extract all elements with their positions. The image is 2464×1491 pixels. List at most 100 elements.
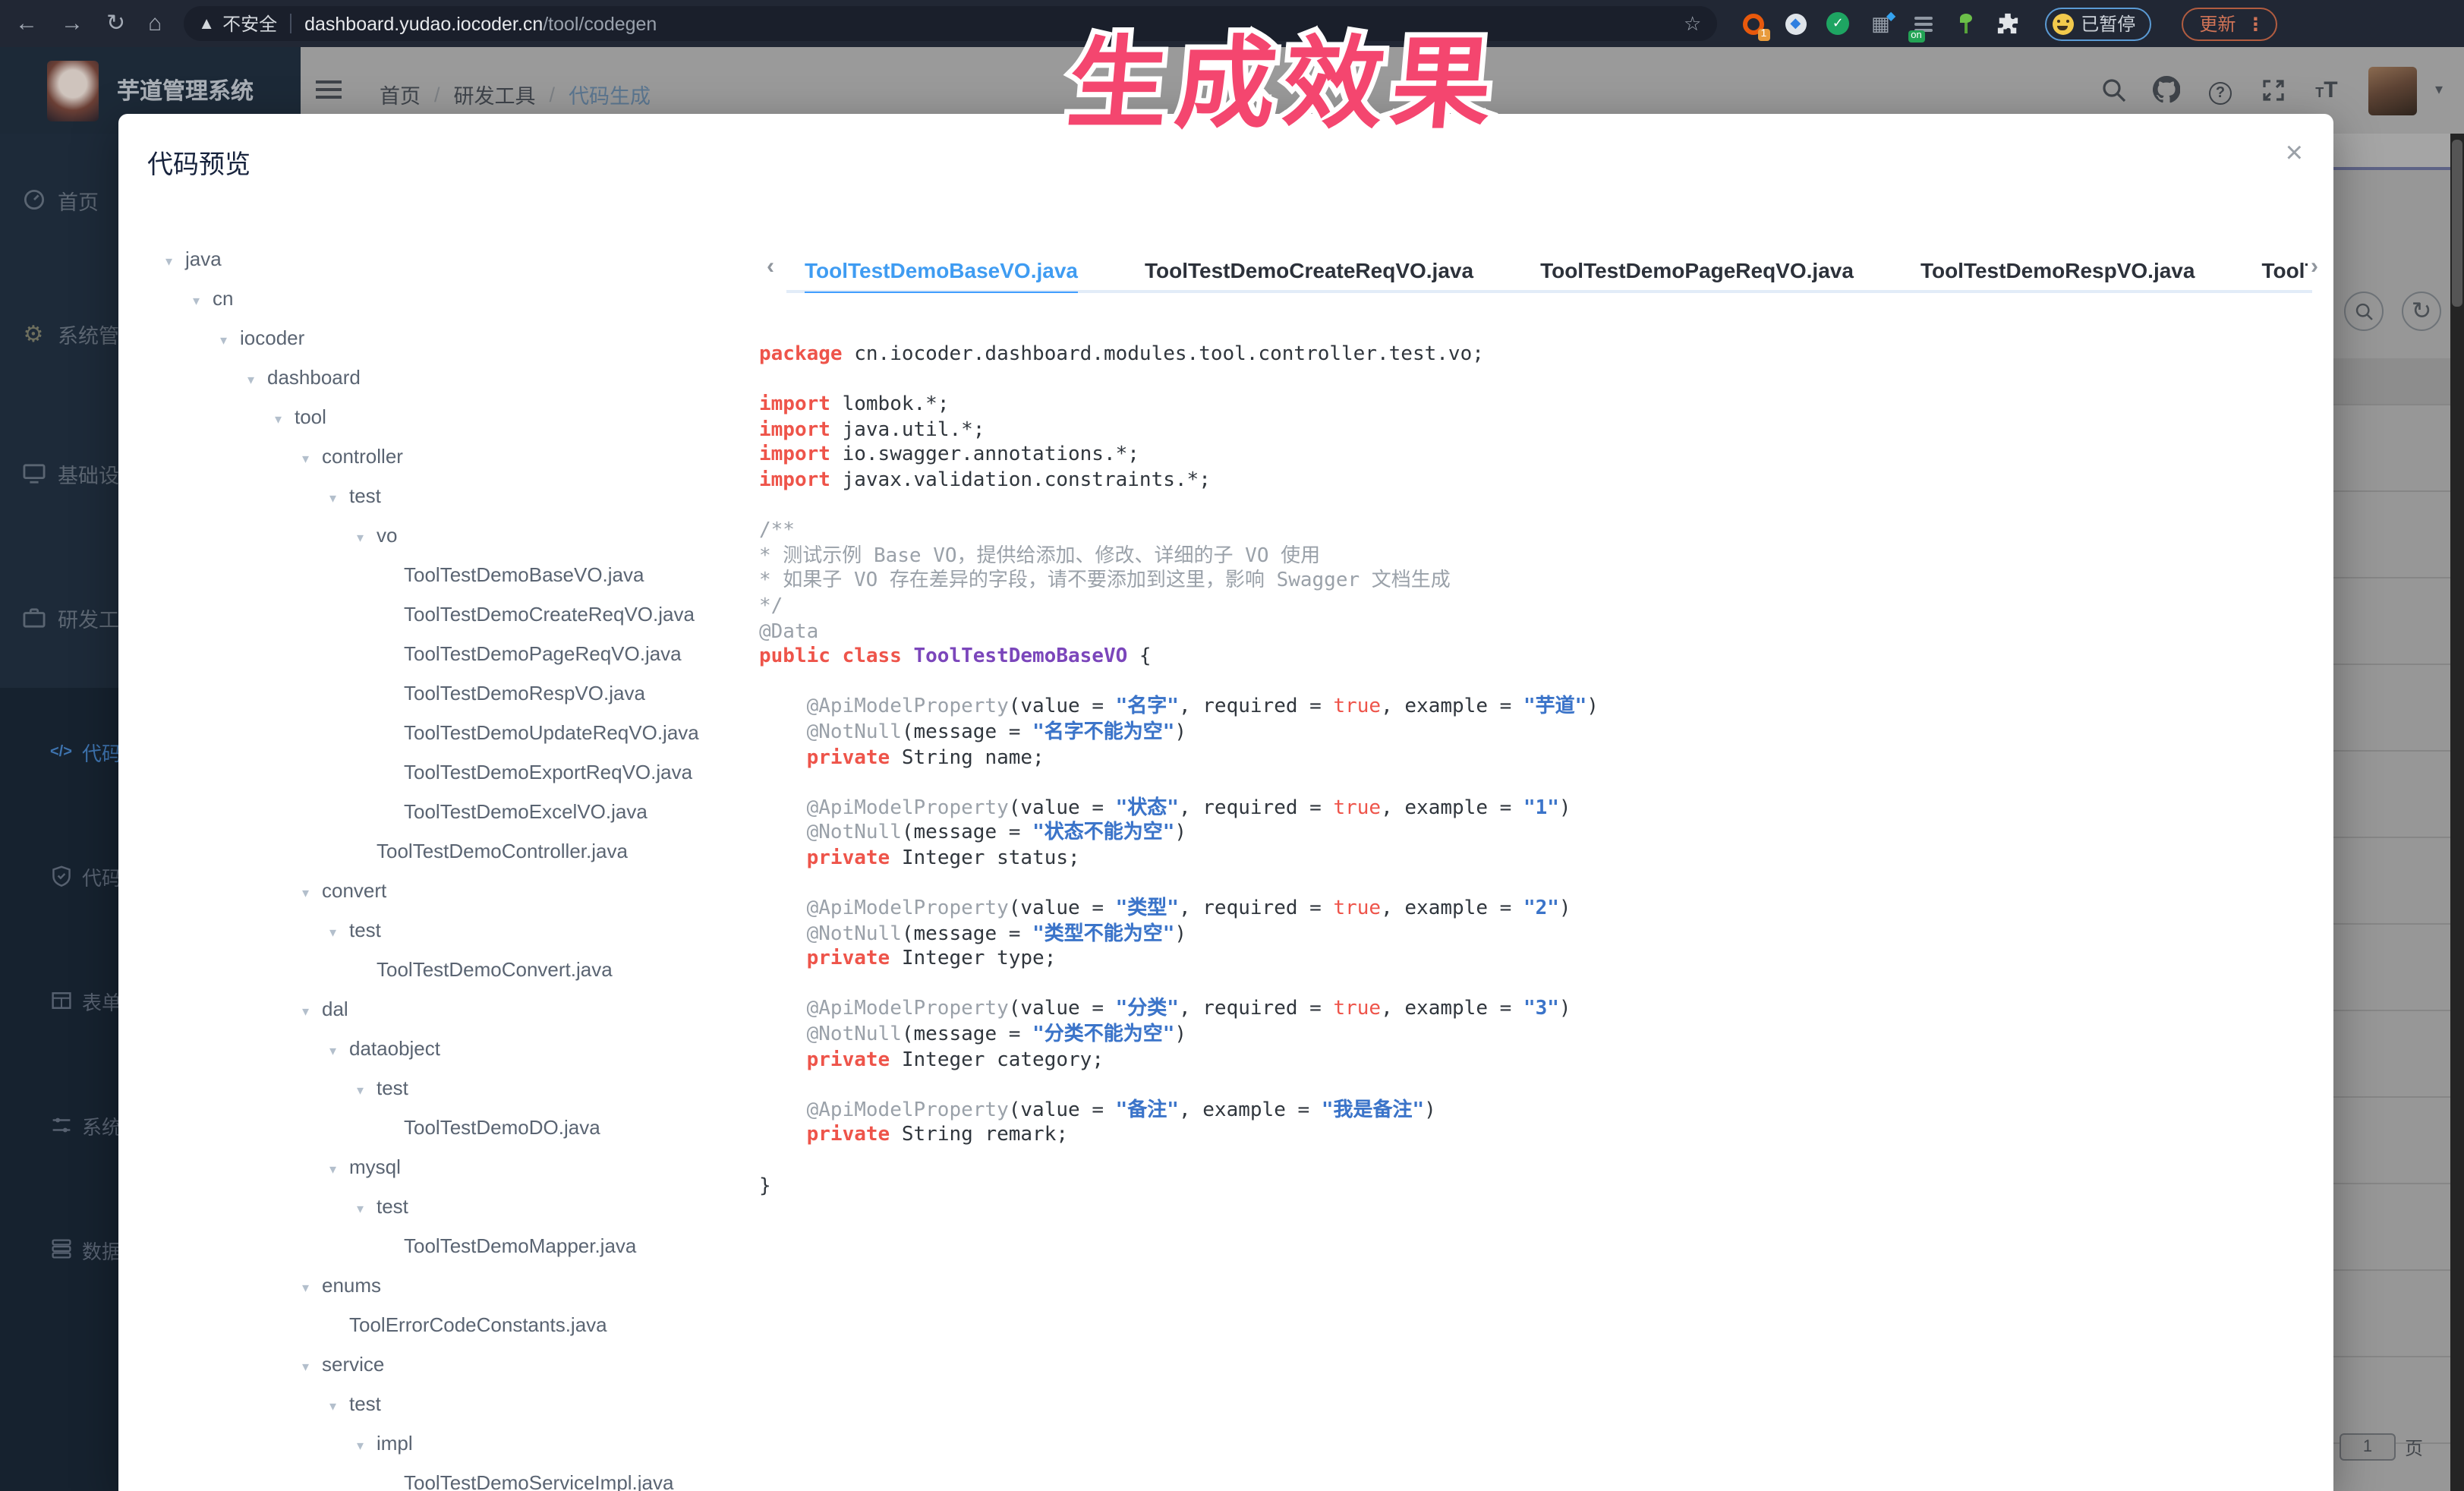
tree-node-file[interactable]: ToolErrorCodeConstants.java [118,1306,771,1345]
tree-node-dir[interactable]: ▾dataobject [118,1029,771,1069]
fullscreen-icon[interactable] [2247,77,2300,104]
url-path[interactable]: /tool/codegen [543,13,657,34]
close-icon[interactable]: × [2286,138,2303,169]
breadcrumb-codegen[interactable]: 代码生成 [569,79,651,109]
tab-file[interactable]: ToolTestDemoRespVO.java [1920,251,2195,293]
caret-down-icon[interactable]: ▾ [302,991,322,1031]
header-search-icon[interactable] [2087,77,2141,104]
caret-down-icon[interactable]: ▾ [302,873,322,913]
tree-node-dir[interactable]: ▾cn [118,279,771,319]
tree-node-file[interactable]: ToolTestDemoController.java [118,832,771,872]
tree-node-file[interactable]: ToolTestDemoRespVO.java [118,674,771,714]
tree-node-dir[interactable]: ▾controller [118,437,771,477]
help-icon[interactable]: ? [2194,77,2247,104]
sidebar-item-system-api[interactable]: 系统接口 [0,1095,118,1155]
tree-node-dir[interactable]: ▾enums [118,1266,771,1306]
caret-down-icon[interactable]: ▾ [329,1149,349,1189]
tab-file[interactable]: ToolTestDemoPageReqVO.java [1540,251,1854,293]
tree-node-dir[interactable]: ▾dal [118,990,771,1029]
tree-node-dir[interactable]: ▾test [118,1187,771,1227]
sidebar-item-devtools[interactable]: 研发工具 [0,588,118,648]
sidebar-toggle-icon[interactable] [316,80,342,103]
sidebar-item-codegen[interactable]: </> 代码生成 [0,721,118,782]
breadcrumb-devtools[interactable]: 研发工具 [454,79,536,109]
browser-update-button[interactable]: 更新 ⋮ [2181,7,2277,40]
tree-node-file[interactable]: ToolTestDemoServiceImpl.java [118,1464,771,1491]
tree-node-file[interactable]: ToolTestDemoCreateReqVO.java [118,595,771,635]
caret-down-icon[interactable]: ▾ [220,320,240,360]
tree-node-file[interactable]: ToolTestDemoBaseVO.java [118,556,771,595]
caret-down-icon[interactable]: ▾ [357,1070,377,1110]
extension-grid-icon[interactable]: ▦◆ [1868,11,1892,36]
url-host[interactable]: dashboard.yudao.iocoder.cn [304,13,543,34]
extension-list-icon[interactable]: on [1911,11,1935,36]
caret-down-icon[interactable]: ▾ [329,478,349,518]
sidebar-item-form-builder[interactable]: 表单构建 [0,970,118,1031]
tree-node-dir[interactable]: ▾iocoder [118,319,771,358]
extensions-puzzle-icon[interactable] [1996,11,2020,36]
tree-node-dir[interactable]: ▾impl [118,1424,771,1464]
extension-gem-icon[interactable]: ◆ [1783,11,1807,36]
tab-file[interactable]: ToolTe [2261,251,2308,293]
caret-down-icon[interactable]: ▾ [329,913,349,952]
browser-forward-icon[interactable]: → [61,12,83,35]
tree-node-dir[interactable]: ▾dashboard [118,358,771,398]
sidebar-item-infra[interactable]: 基础设施 [0,443,118,504]
caret-down-icon[interactable]: ▾ [302,1268,322,1307]
tree-node-dir[interactable]: ▾convert [118,872,771,911]
caret-down-icon[interactable]: ▾ [302,1347,322,1386]
tree-node-dir[interactable]: ▾vo [118,516,771,556]
caret-down-icon[interactable]: ▾ [302,439,322,478]
tree-node-file[interactable]: ToolTestDemoDO.java [118,1108,771,1148]
sidebar-item-db-doc[interactable]: 数据库文档 [0,1219,118,1280]
extension-green-circle-icon[interactable]: ✓ [1826,11,1850,36]
tab-file[interactable]: ToolTestDemoBaseVO.java [805,251,1078,293]
caret-down-icon[interactable]: ▾ [357,1426,377,1465]
github-icon[interactable] [2141,77,2194,104]
caret-down-icon[interactable]: ▾ [357,518,377,557]
sidebar-item-home[interactable]: 首页 [0,170,118,231]
extension-sprout-icon[interactable] [1953,11,1977,36]
caret-down-icon[interactable]: ▾ [275,399,295,439]
browser-menu-icon[interactable]: ⋮ [2246,13,2264,34]
tree-node-file[interactable]: ToolTestDemoExcelVO.java [118,793,771,832]
tree-node-file[interactable]: ToolTestDemoPageReqVO.java [118,635,771,674]
tree-node-dir[interactable]: ▾tool [118,398,771,437]
refresh-circle-button[interactable]: ↻ [2402,292,2441,331]
page-scrollbar[interactable] [2450,134,2464,1491]
security-label[interactable]: 不安全 [222,11,277,36]
user-avatar[interactable] [2368,66,2417,115]
tree-node-dir[interactable]: ▾test [118,911,771,950]
tabs-scroll-right-icon[interactable]: › [2311,254,2318,279]
sidebar-item-code-demo[interactable]: 代码示例 [0,846,118,906]
code-viewer[interactable]: package cn.iocoder.dashboard.modules.too… [759,343,2323,1199]
font-size-icon[interactable]: TT [2300,77,2353,104]
tree-node-dir[interactable]: ▾java [118,240,771,279]
tree-node-dir[interactable]: ▾test [118,477,771,516]
caret-down-icon[interactable]: ▾ [357,1189,377,1228]
user-menu-caret-icon[interactable]: ▾ [2435,82,2443,99]
search-circle-button[interactable] [2344,292,2384,331]
tree-node-dir[interactable]: ▾mysql [118,1148,771,1187]
tree-node-file[interactable]: ToolTestDemoUpdateReqVO.java [118,714,771,753]
caret-down-icon[interactable]: ▾ [165,241,185,281]
browser-refresh-icon[interactable]: ↻ [106,12,125,35]
caret-down-icon[interactable]: ▾ [193,281,213,320]
tree-node-dir[interactable]: ▾service [118,1345,771,1385]
page-input[interactable]: 1 [2340,1433,2396,1461]
profile-paused-chip[interactable]: 已暂停 [2044,7,2150,40]
tabs-scroll-left-icon[interactable]: ‹ [767,254,774,279]
caret-down-icon[interactable]: ▾ [247,360,267,399]
tree-node-file[interactable]: ToolTestDemoMapper.java [118,1227,771,1266]
extension-orange-icon[interactable]: 1 [1741,11,1765,36]
sidebar-item-system[interactable]: ⚙ 系统管理 [0,304,118,364]
tab-file[interactable]: ToolTestDemoCreateReqVO.java [1145,251,1473,293]
tree-node-dir[interactable]: ▾test [118,1385,771,1424]
browser-home-icon[interactable]: ⌂ [148,12,162,35]
caret-down-icon[interactable]: ▾ [329,1031,349,1070]
bookmark-star-icon[interactable]: ☆ [1684,11,1701,36]
caret-down-icon[interactable]: ▾ [329,1386,349,1426]
breadcrumb-home[interactable]: 首页 [380,79,421,109]
browser-back-icon[interactable]: ← [15,12,38,35]
tree-node-dir[interactable]: ▾test [118,1069,771,1108]
